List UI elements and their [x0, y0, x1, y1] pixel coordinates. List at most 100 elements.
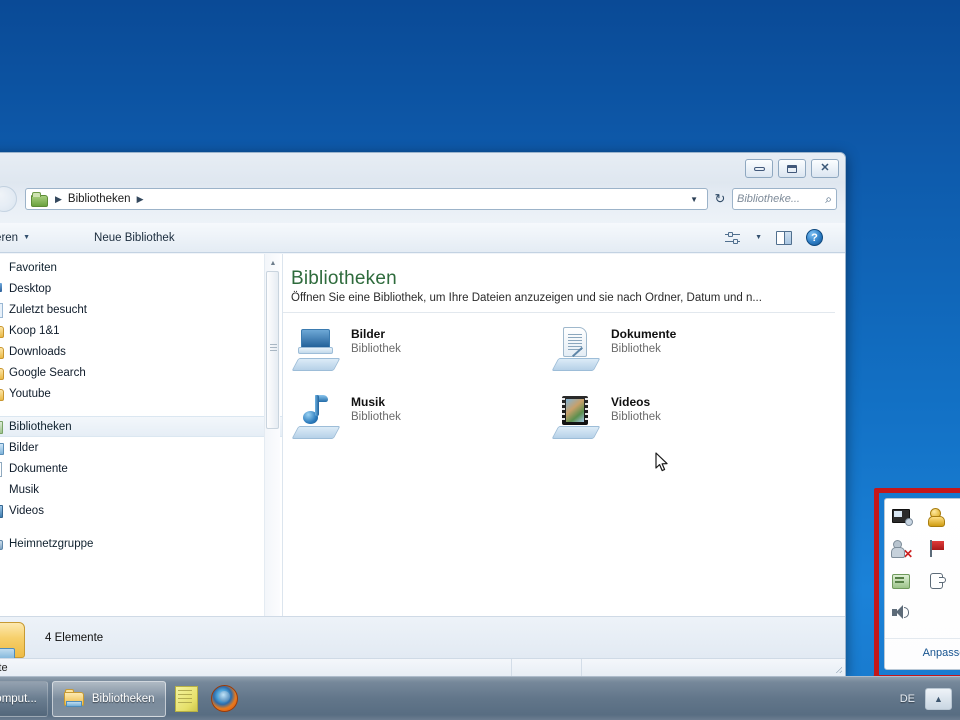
documents-icon [0, 461, 3, 477]
library-item-musik[interactable]: Musik Bibliothek [291, 395, 553, 439]
link-folder-icon [0, 386, 4, 401]
library-breadcrumb-icon [31, 192, 48, 207]
sidebar-label: Bibliotheken [9, 420, 72, 433]
scroll-up-icon[interactable]: ▲ [265, 256, 281, 271]
speaker-icon[interactable] [891, 603, 913, 623]
maximize-icon [787, 164, 797, 173]
network-monitor-icon[interactable] [891, 507, 913, 527]
taskbar-icon-sticky-notes[interactable] [172, 681, 202, 717]
language-indicator[interactable]: DE [900, 693, 915, 705]
refresh-button[interactable]: ↻ [708, 188, 732, 210]
breadcrumb-separator-2[interactable]: ▶ [133, 194, 148, 205]
music-library-icon [291, 395, 341, 439]
organize-label: ganisieren [0, 231, 19, 244]
user-blocked-icon[interactable]: ✕ [891, 539, 913, 560]
customize-link[interactable]: Anpasse [885, 641, 960, 665]
navigation-list: ▾ Favoriten Desktop Zuletzt besucht Koop… [0, 254, 282, 554]
sidebar-item-zuletzt-besucht[interactable]: Zuletzt besucht [0, 299, 282, 320]
change-view-icon[interactable] [725, 231, 741, 245]
sidebar-section-heimnetzgruppe[interactable]: ▾ Heimnetzgruppe [0, 533, 282, 554]
sidebar-label: Heimnetzgruppe [9, 537, 94, 550]
hand-pointer-icon[interactable] [927, 571, 949, 591]
sidebar-label: Youtube [9, 387, 51, 400]
page-title: Bibliotheken [291, 268, 397, 289]
sidebar-section-favoriten[interactable]: ▾ Favoriten [0, 257, 282, 278]
sidebar-section-bibliotheken[interactable]: ▾ Bibliotheken [0, 416, 282, 437]
sidebar-item-dokumente[interactable]: Dokumente [0, 458, 282, 479]
sidebar-item-desktop[interactable]: Desktop [0, 278, 282, 299]
library-grid: Bilder Bibliothek Dokumente Bibliothek M… [283, 313, 845, 439]
folder-icon [0, 323, 4, 338]
new-library-button[interactable]: Neue Bibliothek [86, 229, 183, 247]
library-icon [0, 419, 3, 434]
content-header: Bibliotheken Öffnen Sie eine Bibliothek,… [283, 254, 845, 304]
tray-flyout-panel: ✕ Anpasse [884, 498, 960, 670]
help-icon[interactable]: ? [806, 229, 823, 246]
sidebar-item-videos[interactable]: Videos [0, 500, 282, 521]
window-body: ▾ Favoriten Desktop Zuletzt besucht Koop… [0, 254, 845, 636]
navigation-scrollbar[interactable]: ▲ ▼ [264, 254, 280, 636]
window-controls: ✕ [745, 159, 839, 178]
forward-button[interactable] [0, 186, 17, 212]
library-name: Videos [611, 395, 651, 409]
taskbar-icon-firefox[interactable] [210, 681, 240, 717]
address-row: ▶ Bibliotheken ▶ ▼ ↻ Bibliotheke... ⌕ [0, 186, 845, 212]
folder-library-icon [63, 689, 85, 708]
library-label-group: Bilder Bibliothek [351, 327, 401, 355]
search-input[interactable]: Bibliotheke... ⌕ [732, 188, 837, 210]
sidebar-item-musik[interactable]: Musik [0, 479, 282, 500]
star-icon [0, 260, 3, 275]
library-name: Dokumente [611, 327, 677, 341]
sidebar-item-google-search[interactable]: Google Search [0, 362, 282, 383]
library-label-group: Dokumente Bibliothek [611, 327, 676, 355]
library-type: Bibliothek [611, 411, 661, 423]
library-item-videos[interactable]: Videos Bibliothek [551, 395, 813, 439]
scrollbar-thumb[interactable] [266, 271, 279, 429]
sidebar-label: Desktop [9, 282, 52, 295]
taskbar-button-bibliotheken[interactable]: Bibliotheken [51, 680, 166, 717]
explorer-window: ✕ ▶ Bibliotheken ▶ ▼ ↻ Bibliotheke... ⌕ … [0, 152, 846, 677]
videos-library-icon [551, 395, 601, 439]
resize-grip[interactable] [831, 659, 845, 676]
preview-pane-icon[interactable] [776, 230, 792, 245]
gold-figure-icon[interactable] [927, 507, 949, 527]
pictures-icon [0, 440, 4, 455]
taskbar-tray-area: DE ▲ [900, 687, 960, 710]
breadcrumb-libraries[interactable]: Bibliotheken [66, 193, 133, 205]
taskbar-button-label: Bibliotheken [91, 692, 155, 705]
music-icon [0, 482, 3, 497]
navigation-buttons [0, 186, 25, 212]
library-item-dokumente[interactable]: Dokumente Bibliothek [551, 327, 813, 371]
green-app-icon[interactable] [891, 571, 913, 591]
view-chevron-down-icon[interactable]: ▼ [755, 234, 762, 241]
tray-expand-button[interactable]: ▲ [925, 687, 952, 710]
red-flag-icon[interactable] [927, 539, 949, 559]
sidebar-item-youtube[interactable]: Youtube [0, 383, 282, 404]
sidebar-item-downloads[interactable]: Downloads [0, 341, 282, 362]
address-dropdown-icon[interactable]: ▼ [684, 195, 704, 204]
status-cell-right [581, 659, 831, 676]
close-icon: ✕ [820, 162, 830, 174]
link-folder-icon [0, 365, 4, 380]
details-pane: 4 Elemente [0, 616, 845, 662]
taskbar-button-computer[interactable]: Comput... [0, 680, 48, 717]
address-bar[interactable]: ▶ Bibliotheken ▶ ▼ [25, 188, 708, 210]
desktop-icon [0, 281, 3, 296]
sidebar-item-koop[interactable]: Koop 1&1 [0, 320, 282, 341]
status-cell-left: mente [0, 661, 8, 674]
organize-button[interactable]: ganisieren ▼ [0, 229, 38, 247]
taskbar-button-label: Comput... [0, 692, 37, 705]
status-cell-middle [511, 659, 581, 676]
library-type: Bibliothek [351, 343, 401, 355]
recent-places-icon [0, 302, 3, 318]
sidebar-label: Favoriten [9, 261, 57, 274]
command-bar: ganisieren ▼ Neue Bibliothek ▼ ? [0, 223, 845, 253]
new-library-label: Neue Bibliothek [94, 231, 175, 244]
sidebar-item-bilder[interactable]: Bilder [0, 437, 282, 458]
close-button[interactable]: ✕ [811, 159, 839, 178]
library-item-bilder[interactable]: Bilder Bibliothek [291, 327, 553, 371]
maximize-button[interactable] [778, 159, 806, 178]
videos-icon [0, 503, 3, 518]
minimize-button[interactable] [745, 159, 773, 178]
